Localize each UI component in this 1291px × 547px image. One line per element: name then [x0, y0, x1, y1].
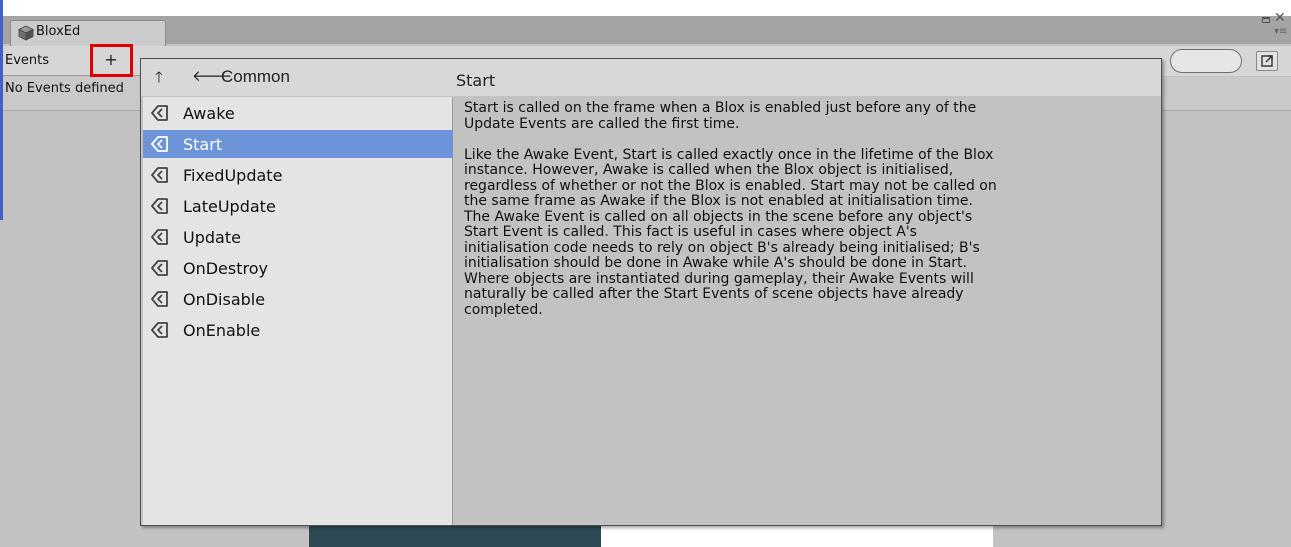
search-input[interactable] — [1170, 49, 1242, 73]
list-item-start[interactable]: Start — [143, 130, 453, 158]
tab-title: BloxEd — [36, 24, 81, 39]
add-button-highlight — [90, 44, 133, 77]
events-label: Events — [5, 53, 50, 68]
detail-pane: Start is called on the frame when a Blox… — [454, 97, 1161, 525]
maximize-icon[interactable] — [1262, 17, 1270, 23]
event-icon — [151, 229, 168, 245]
event-icon — [151, 105, 168, 121]
list-item-label: OnDestroy — [183, 259, 268, 278]
no-events-message: No Events defined — [5, 81, 124, 96]
event-picker-popup: 🡑 🡐 Common Start Awake Start FixedUpdate La… — [140, 58, 1162, 526]
window-edge — [0, 0, 3, 220]
event-icon — [151, 291, 168, 307]
arrow-up-icon[interactable]: 🡑 — [155, 68, 163, 86]
open-external-icon[interactable] — [1256, 51, 1278, 71]
list-item-label: LateUpdate — [183, 197, 276, 216]
tab-bar — [0, 16, 1291, 44]
list-item-label: Awake — [183, 104, 235, 123]
list-item-ondestroy[interactable]: OnDestroy — [143, 254, 453, 282]
list-item-label: OnEnable — [183, 321, 261, 340]
breadcrumb[interactable]: Common — [221, 67, 290, 87]
list-item-fixedupdate[interactable]: FixedUpdate — [143, 161, 453, 189]
event-icon — [151, 136, 168, 152]
event-icon — [151, 260, 168, 276]
list-item-awake[interactable]: Awake — [143, 99, 453, 127]
event-list: Awake Start FixedUpdate LateUpdate Update OnD… — [143, 97, 453, 525]
close-icon[interactable]: ✕ — [1274, 10, 1286, 26]
list-item-label: Start — [183, 135, 223, 154]
list-item-ondisable[interactable]: OnDisable — [143, 285, 453, 313]
event-icon — [151, 198, 168, 214]
list-item-onenable[interactable]: OnEnable — [143, 316, 453, 344]
list-item-label: Update — [183, 228, 241, 247]
cube-icon — [18, 25, 34, 41]
window-menu-icon[interactable]: ▾≡ — [1274, 27, 1287, 37]
title-strip — [0, 0, 1291, 16]
popup-header: 🡑 🡐 Common Start — [141, 59, 1161, 96]
list-item-label: OnDisable — [183, 290, 266, 309]
event-icon — [151, 167, 168, 183]
canvas-area — [309, 525, 601, 547]
event-icon — [151, 322, 168, 338]
list-item-update[interactable]: Update — [143, 223, 453, 251]
list-item-label: FixedUpdate — [183, 166, 283, 185]
detail-title: Start — [456, 71, 496, 90]
list-item-lateupdate[interactable]: LateUpdate — [143, 192, 453, 220]
canvas-area-light — [601, 525, 993, 547]
bloxed-window: BloxEd ✕ ▾≡ Events + No Events defined 🡑… — [0, 0, 1291, 547]
event-description: Start is called on the frame when a Blox… — [464, 100, 997, 318]
